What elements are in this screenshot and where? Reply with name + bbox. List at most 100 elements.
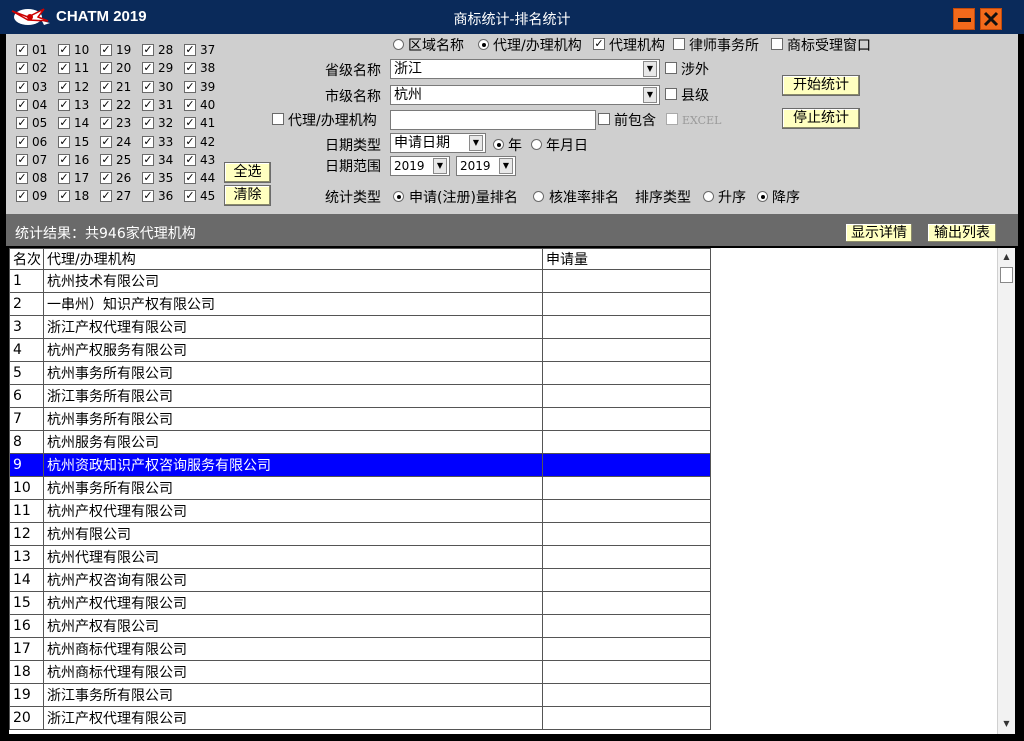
- prefix-checkbox[interactable]: [598, 113, 610, 125]
- class-checkbox[interactable]: ✓: [142, 62, 154, 75]
- rank-column-header[interactable]: 名次: [9, 248, 44, 270]
- table-row[interactable]: 4 杭州产权服务有限公司: [9, 338, 711, 362]
- class-checkbox[interactable]: ✓: [142, 44, 154, 56]
- class-checkbox[interactable]: ✓: [58, 135, 70, 148]
- class-checkbox[interactable]: ✓: [58, 190, 70, 203]
- city-dropdown-icon[interactable]: ▼: [643, 87, 657, 103]
- class-checkbox[interactable]: ✓: [100, 117, 112, 130]
- start-stat-button[interactable]: 开始统计: [782, 75, 860, 96]
- approve-rank-radio[interactable]: [533, 191, 544, 202]
- class-checkbox[interactable]: ✓: [100, 190, 112, 203]
- apply-rank-radio[interactable]: [393, 191, 404, 202]
- table-row[interactable]: 6 浙江事务所有限公司: [9, 384, 711, 408]
- class-checkbox[interactable]: ✓: [184, 135, 196, 148]
- law-firm-checkbox[interactable]: [673, 38, 685, 50]
- count-column-header[interactable]: 申请量: [542, 248, 711, 270]
- table-row[interactable]: 16 杭州产权有限公司: [9, 614, 711, 638]
- class-checkbox[interactable]: ✓: [184, 62, 196, 75]
- class-checkbox[interactable]: ✓: [100, 44, 112, 56]
- class-checkbox[interactable]: ✓: [184, 80, 196, 93]
- date-to-dropdown-icon[interactable]: ▼: [499, 158, 513, 174]
- minimize-button[interactable]: [953, 8, 975, 30]
- class-checkbox[interactable]: ✓: [16, 117, 28, 130]
- foreign-checkbox[interactable]: [665, 62, 677, 74]
- agency-column-header[interactable]: 代理/办理机构: [43, 248, 543, 270]
- date-type-dropdown-icon[interactable]: ▼: [469, 135, 483, 151]
- province-dropdown-icon[interactable]: ▼: [643, 61, 657, 77]
- table-row[interactable]: 14 杭州产权咨询有限公司: [9, 568, 711, 592]
- class-checkbox[interactable]: ✓: [58, 117, 70, 130]
- province-select[interactable]: 浙江: [390, 59, 660, 79]
- class-checkbox[interactable]: ✓: [58, 44, 70, 56]
- table-row[interactable]: 8 杭州服务有限公司: [9, 430, 711, 454]
- desc-radio[interactable]: [757, 191, 768, 202]
- excel-checkbox[interactable]: [666, 113, 678, 125]
- class-checkbox[interactable]: ✓: [16, 172, 28, 185]
- class-checkbox[interactable]: ✓: [184, 190, 196, 203]
- class-checkbox[interactable]: ✓: [184, 44, 196, 56]
- class-checkbox[interactable]: ✓: [16, 153, 28, 166]
- date-from-dropdown-icon[interactable]: ▼: [433, 158, 447, 174]
- close-button[interactable]: [980, 8, 1002, 30]
- class-checkbox[interactable]: ✓: [58, 153, 70, 166]
- table-row[interactable]: 9 杭州资政知识产权咨询服务有限公司: [9, 453, 711, 477]
- class-checkbox[interactable]: ✓: [142, 98, 154, 111]
- table-row[interactable]: 17 杭州商标代理有限公司: [9, 637, 711, 661]
- class-checkbox[interactable]: ✓: [142, 153, 154, 166]
- agency-input[interactable]: [390, 110, 596, 130]
- class-checkbox[interactable]: ✓: [100, 172, 112, 185]
- city-select[interactable]: 杭州: [390, 85, 660, 105]
- year-radio[interactable]: [493, 139, 504, 150]
- agent-org-checkbox[interactable]: ✓: [593, 38, 605, 50]
- county-checkbox[interactable]: [665, 88, 677, 100]
- table-row[interactable]: 7 杭州事务所有限公司: [9, 407, 711, 431]
- class-checkbox[interactable]: ✓: [58, 98, 70, 111]
- class-checkbox[interactable]: ✓: [142, 135, 154, 148]
- class-checkbox[interactable]: ✓: [100, 80, 112, 93]
- class-checkbox[interactable]: ✓: [100, 135, 112, 148]
- class-checkbox[interactable]: ✓: [184, 153, 196, 166]
- table-row[interactable]: 15 杭州产权代理有限公司: [9, 591, 711, 615]
- scroll-up-icon[interactable]: ▲: [998, 249, 1015, 265]
- scroll-thumb[interactable]: [1000, 267, 1013, 283]
- vertical-scrollbar[interactable]: ▲ ▼: [997, 248, 1015, 734]
- table-row[interactable]: 3 浙江产权代理有限公司: [9, 315, 711, 339]
- class-checkbox[interactable]: ✓: [16, 135, 28, 148]
- class-checkbox[interactable]: ✓: [16, 44, 28, 56]
- class-checkbox[interactable]: ✓: [100, 62, 112, 75]
- class-checkbox[interactable]: ✓: [100, 153, 112, 166]
- region-name-radio[interactable]: [393, 39, 404, 50]
- export-list-button[interactable]: 输出列表: [927, 223, 997, 243]
- agency-radio[interactable]: [478, 39, 489, 50]
- table-row[interactable]: 2 一串州）知识产权有限公司: [9, 292, 711, 316]
- table-row[interactable]: 13 杭州代理有限公司: [9, 545, 711, 569]
- table-row[interactable]: 20 浙江产权代理有限公司: [9, 706, 711, 730]
- table-row[interactable]: 5 杭州事务所有限公司: [9, 361, 711, 385]
- table-row[interactable]: 18 杭州商标代理有限公司: [9, 660, 711, 684]
- agency-filter-checkbox[interactable]: [272, 113, 284, 125]
- class-checkbox[interactable]: ✓: [16, 98, 28, 111]
- class-checkbox[interactable]: ✓: [142, 80, 154, 93]
- table-row[interactable]: 19 浙江事务所有限公司: [9, 683, 711, 707]
- table-row[interactable]: 10 杭州事务所有限公司: [9, 476, 711, 500]
- class-checkbox[interactable]: ✓: [142, 190, 154, 203]
- class-checkbox[interactable]: ✓: [184, 172, 196, 185]
- class-checkbox[interactable]: ✓: [58, 62, 70, 75]
- asc-radio[interactable]: [703, 191, 714, 202]
- class-checkbox[interactable]: ✓: [184, 117, 196, 130]
- stop-stat-button[interactable]: 停止统计: [782, 108, 860, 129]
- class-checkbox[interactable]: ✓: [184, 98, 196, 111]
- table-row[interactable]: 12 杭州有限公司: [9, 522, 711, 546]
- table-row[interactable]: 1 杭州技术有限公司: [9, 269, 711, 293]
- class-checkbox[interactable]: ✓: [16, 80, 28, 93]
- clear-button[interactable]: 清除: [224, 185, 271, 206]
- class-checkbox[interactable]: ✓: [58, 172, 70, 185]
- tm-window-checkbox[interactable]: [771, 38, 783, 50]
- year-month-day-radio[interactable]: [531, 139, 542, 150]
- class-checkbox[interactable]: ✓: [142, 117, 154, 130]
- class-checkbox[interactable]: ✓: [58, 80, 70, 93]
- class-checkbox[interactable]: ✓: [142, 172, 154, 185]
- scroll-down-icon[interactable]: ▼: [998, 716, 1015, 732]
- class-checkbox[interactable]: ✓: [16, 62, 28, 75]
- table-row[interactable]: 11 杭州产权代理有限公司: [9, 499, 711, 523]
